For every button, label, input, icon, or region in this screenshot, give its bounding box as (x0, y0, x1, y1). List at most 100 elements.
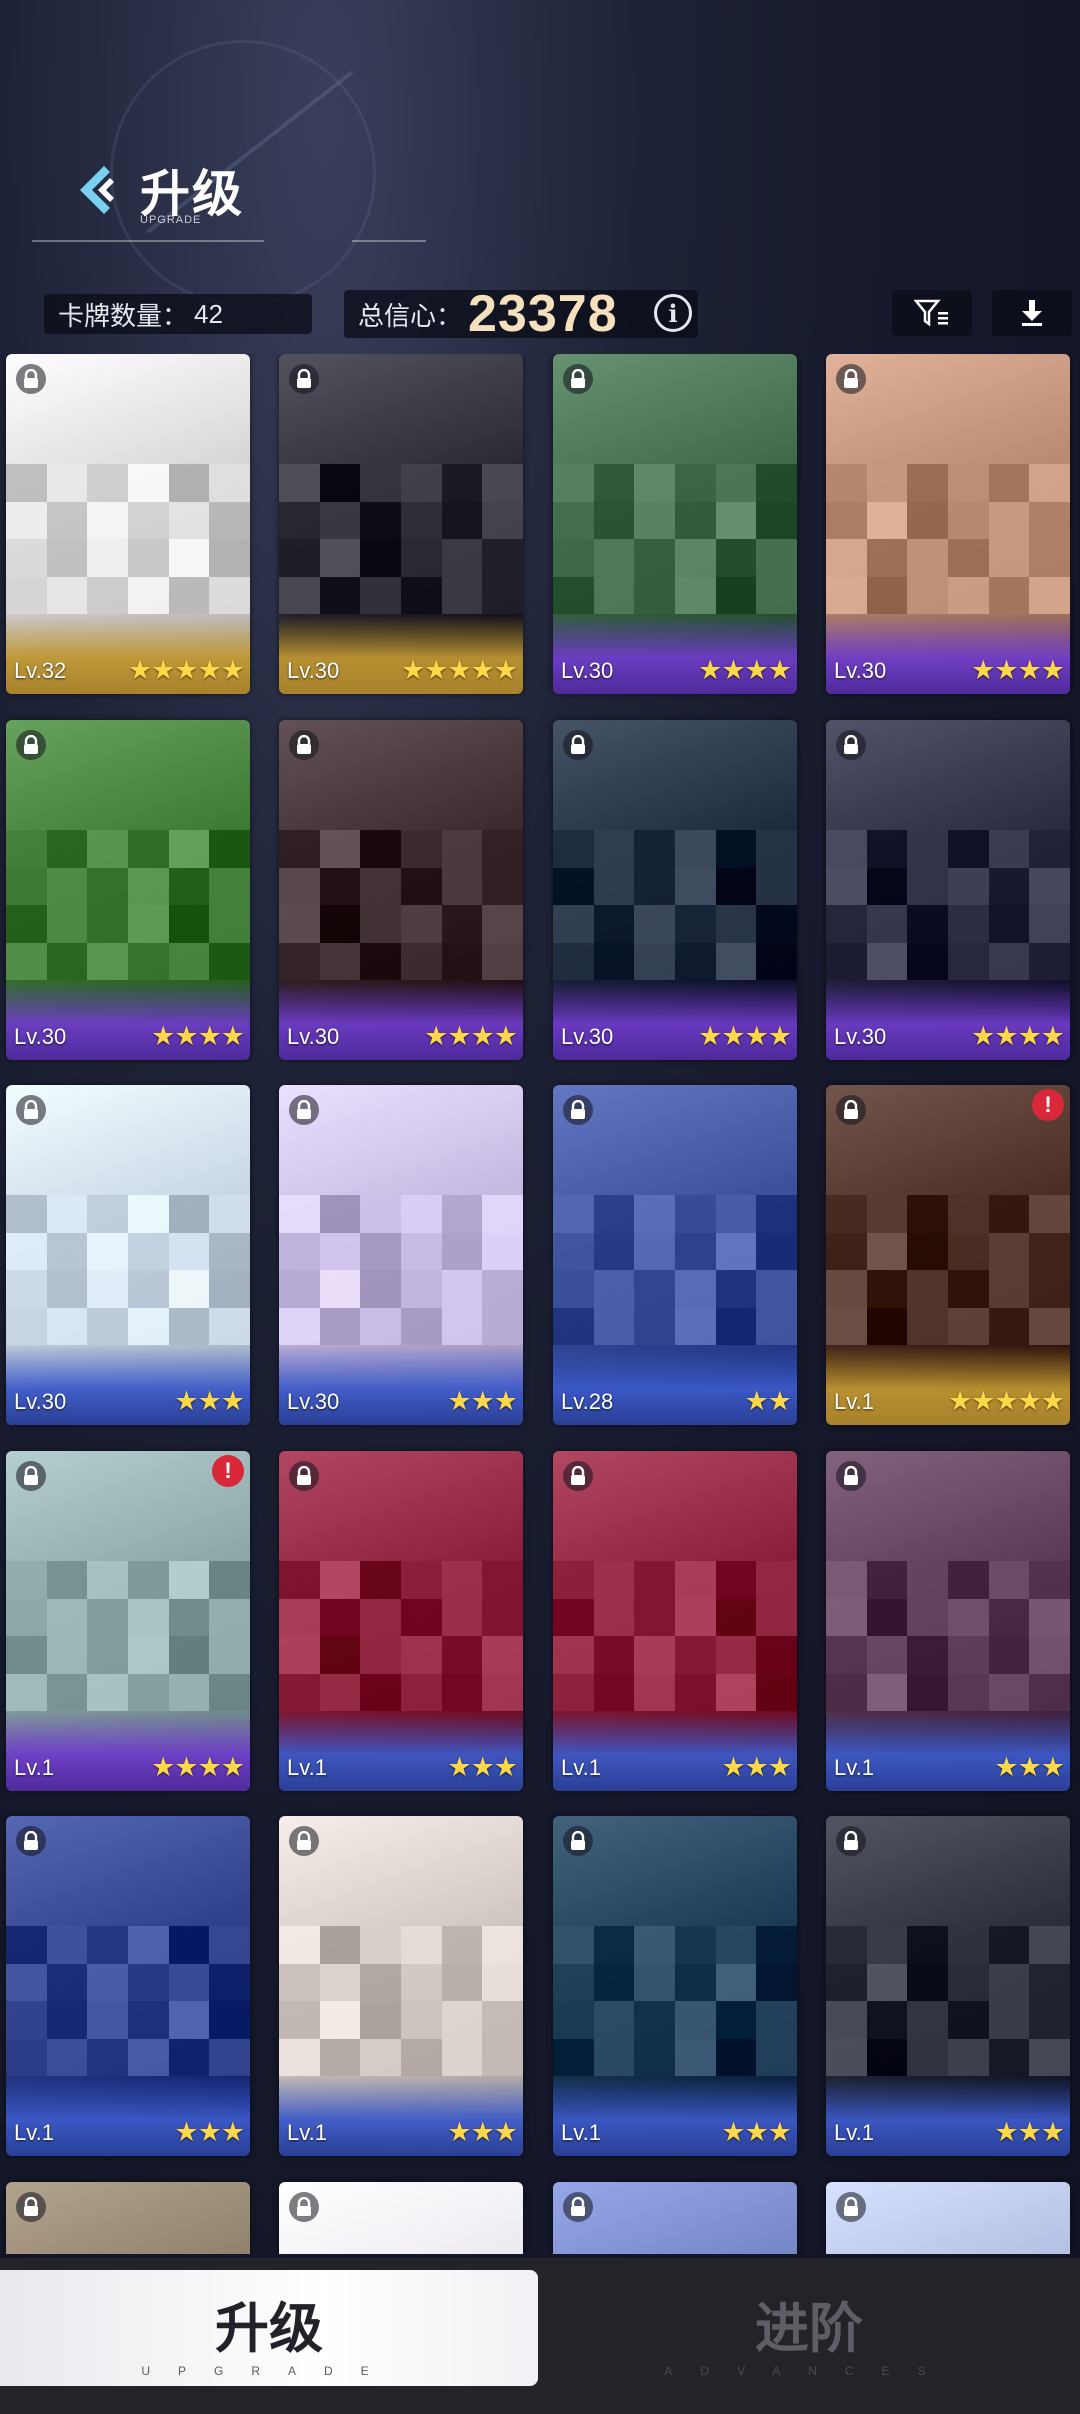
card-star-rating: ★★★ (447, 2117, 518, 2147)
lock-icon[interactable] (289, 1826, 319, 1856)
lock-icon[interactable] (16, 1095, 46, 1125)
censor-mosaic (826, 1926, 1070, 2076)
character-card[interactable]: Lv.30 ★★★ (6, 1085, 250, 1425)
lock-icon[interactable] (16, 2192, 46, 2222)
card-star-rating: ★★★ (994, 2117, 1065, 2147)
character-card[interactable]: Lv.1 ★★★ (553, 1816, 797, 2156)
lock-icon[interactable] (836, 1826, 866, 1856)
card-star-rating: ★★★★ (971, 655, 1065, 685)
censor-mosaic (826, 830, 1070, 980)
bottom-tab-bar: 升级 UPGRADE 进阶 ADVANCES (0, 2258, 1080, 2414)
filter-button[interactable] (892, 290, 972, 336)
info-icon[interactable]: i (654, 294, 692, 332)
lock-icon[interactable] (289, 1095, 319, 1125)
character-card[interactable]: Lv.1 ★★★ (279, 1451, 523, 1791)
censor-mosaic (279, 1926, 523, 2076)
card-count-value: 42 (194, 298, 223, 329)
card-star-rating: ★★★★ (151, 1021, 245, 1051)
character-card[interactable]: Lv.32 ★★★★★ (6, 354, 250, 694)
card-level: Lv.30 (14, 1024, 67, 1049)
lock-icon[interactable] (836, 1461, 866, 1491)
card-level: Lv.30 (834, 1024, 887, 1049)
lock-icon[interactable] (16, 1826, 46, 1856)
character-card[interactable]: Lv.30 ★★★★ (826, 720, 1070, 1060)
card-artwork (553, 2182, 797, 2254)
character-card[interactable] (553, 2182, 797, 2254)
total-trust-value: 23378 (468, 285, 618, 343)
lock-icon[interactable] (563, 1095, 593, 1125)
tab-upgrade[interactable]: 升级 UPGRADE (0, 2270, 538, 2386)
download-button[interactable] (992, 290, 1072, 336)
character-card[interactable]: ! Lv.1 ★★★★ (6, 1451, 250, 1791)
censor-mosaic (826, 1195, 1070, 1345)
alert-badge-icon: ! (212, 1455, 244, 1487)
censor-mosaic (826, 1561, 1070, 1711)
lock-icon[interactable] (16, 1461, 46, 1491)
lock-icon[interactable] (563, 2192, 593, 2222)
card-level: Lv.30 (14, 1389, 67, 1414)
character-card[interactable]: Lv.30 ★★★★ (826, 354, 1070, 694)
lock-icon[interactable] (16, 364, 46, 394)
card-artwork (279, 2182, 523, 2254)
character-card[interactable]: ! Lv.1 ★★★★★ (826, 1085, 1070, 1425)
card-count-display: 卡牌数量： 42 (44, 294, 312, 334)
lock-icon[interactable] (289, 2192, 319, 2222)
character-card[interactable]: Lv.30 ★★★★ (279, 720, 523, 1060)
character-card[interactable]: Lv.1 ★★★ (826, 1451, 1070, 1791)
character-card[interactable] (6, 2182, 250, 2254)
lock-icon[interactable] (16, 730, 46, 760)
card-star-rating: ★★★★★ (947, 1386, 1065, 1416)
character-card[interactable]: Lv.30 ★★★★ (553, 720, 797, 1060)
censor-mosaic (6, 1926, 250, 2076)
character-card[interactable]: Lv.1 ★★★ (6, 1816, 250, 2156)
header-underline (32, 240, 264, 242)
character-card[interactable]: Lv.30 ★★★ (279, 1085, 523, 1425)
lock-icon[interactable] (563, 1826, 593, 1856)
character-card[interactable]: Lv.1 ★★★ (553, 1451, 797, 1791)
character-card[interactable] (826, 2182, 1070, 2254)
card-star-rating: ★★★ (174, 1386, 245, 1416)
lock-icon[interactable] (289, 730, 319, 760)
character-card[interactable] (279, 2182, 523, 2254)
lock-icon[interactable] (289, 364, 319, 394)
card-artwork (826, 2182, 1070, 2254)
lock-icon[interactable] (289, 1461, 319, 1491)
card-count-label: 卡牌数量： (58, 300, 189, 331)
character-card[interactable]: Lv.28 ★★ (553, 1085, 797, 1425)
card-level: Lv.1 (14, 2120, 54, 2145)
censor-mosaic (279, 464, 523, 614)
card-level: Lv.30 (287, 1024, 340, 1049)
lock-icon[interactable] (836, 730, 866, 760)
card-star-rating: ★★★★ (698, 655, 792, 685)
character-card[interactable]: Lv.30 ★★★★ (6, 720, 250, 1060)
card-grid: Lv.32 ★★★★★ Lv.30 ★★★★★ Lv.30 ★★★★ Lv.30 ★★★★ Lv… (0, 354, 1080, 2254)
censor-mosaic (6, 464, 250, 614)
lock-icon[interactable] (836, 364, 866, 394)
card-star-rating: ★★★★★ (127, 655, 245, 685)
card-level: Lv.32 (14, 658, 67, 683)
lock-icon[interactable] (563, 730, 593, 760)
download-icon (1022, 300, 1042, 326)
censor-mosaic (279, 1195, 523, 1345)
card-level: Lv.1 (561, 2120, 601, 2145)
tab-advance-sublabel: ADVANCES (664, 2364, 954, 2378)
censor-mosaic (279, 830, 523, 980)
character-card[interactable]: Lv.30 ★★★★★ (279, 354, 523, 694)
lock-icon[interactable] (836, 1095, 866, 1125)
censor-mosaic (553, 830, 797, 980)
character-card[interactable]: Lv.1 ★★★ (826, 1816, 1070, 2156)
character-card[interactable]: Lv.1 ★★★ (279, 1816, 523, 2156)
censor-mosaic (553, 1561, 797, 1711)
card-level: Lv.30 (834, 658, 887, 683)
lock-icon[interactable] (563, 364, 593, 394)
tab-upgrade-sublabel: UPGRADE (141, 2364, 397, 2378)
tab-advance[interactable]: 进阶 ADVANCES (538, 2270, 1080, 2386)
card-level: Lv.1 (561, 1755, 601, 1780)
character-card[interactable]: Lv.30 ★★★★ (553, 354, 797, 694)
lock-icon[interactable] (836, 2192, 866, 2222)
card-star-rating: ★★★★ (698, 1021, 792, 1051)
censor-mosaic (279, 1561, 523, 1711)
lock-icon[interactable] (563, 1461, 593, 1491)
card-star-rating: ★★★ (994, 1752, 1065, 1782)
card-star-rating: ★★★ (721, 1752, 792, 1782)
